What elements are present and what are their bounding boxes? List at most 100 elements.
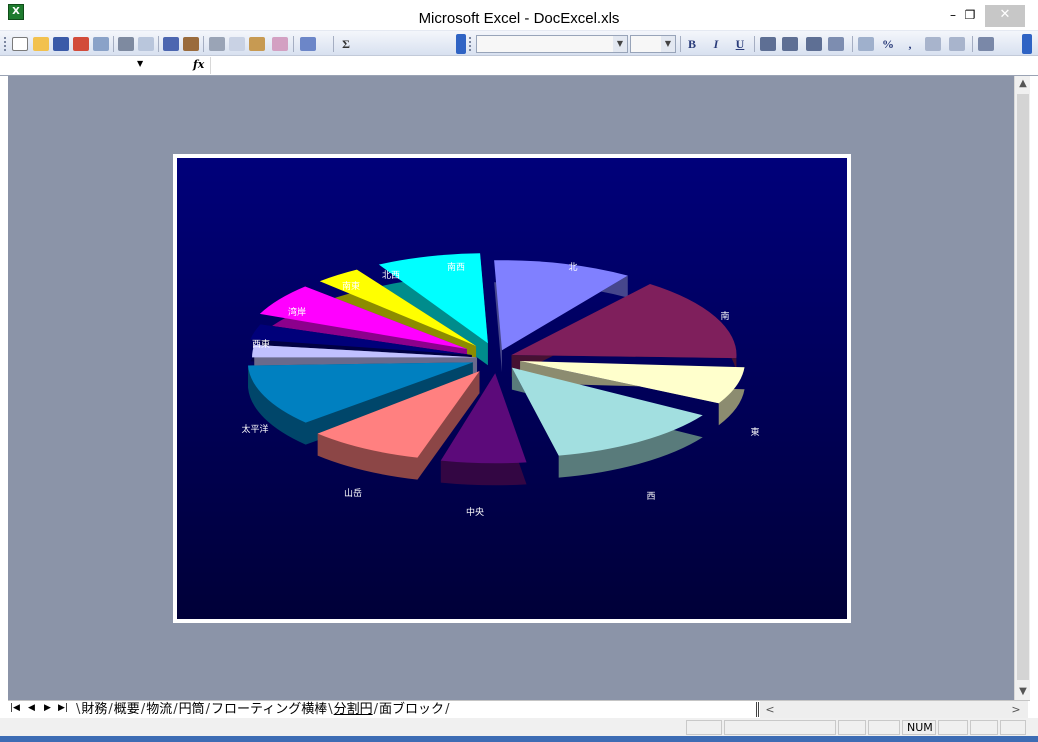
excel-window: X Microsoft Excel - DocExcel.xls – ❐ ✕ Σ… [0,0,1038,742]
status-bar: NUM [0,718,1038,736]
paste-icon[interactable] [249,37,265,51]
tab-sheet-overview[interactable]: 概要 [113,701,141,718]
status-cell [970,720,998,735]
toolbar-overflow-icon[interactable] [456,34,466,54]
print-preview-icon[interactable] [138,37,154,51]
restore-button[interactable]: ❐ [955,5,985,27]
copy-icon[interactable] [229,37,245,51]
spelling-icon[interactable] [163,37,179,51]
toolbar-separator [158,36,159,52]
research-icon[interactable] [183,37,199,51]
vertical-scrollbar[interactable]: ▲ ▼ [1014,76,1030,700]
chevron-down-icon[interactable]: ▼ [137,59,143,68]
format-painter-icon[interactable] [272,37,288,51]
toolbar: Σ ▼ ▼ B I U % , [0,30,1038,56]
scroll-down-icon[interactable]: ▼ [1015,684,1031,700]
cut-icon[interactable] [209,37,225,51]
pie-slice-label: 山岳 [344,487,362,499]
bold-button[interactable]: B [684,36,700,52]
status-cell [838,720,866,735]
status-cell [686,720,722,735]
comma-button[interactable]: , [905,36,915,52]
font-name-select[interactable]: ▼ [476,35,628,53]
previous-sheet-icon[interactable]: ◀ [28,703,35,713]
insert-function-icon[interactable]: fx [193,58,204,71]
autosum-button[interactable]: Σ [338,36,354,52]
status-cell [1000,720,1026,735]
scroll-track[interactable] [1017,94,1029,680]
tab-sheet-split-pie[interactable]: 分割円 [333,701,374,718]
status-cell [868,720,900,735]
open-folder-icon[interactable] [33,37,49,51]
last-sheet-icon[interactable]: ▶| [58,703,68,713]
tab-sheet-area-block[interactable]: 面ブロック [378,701,445,718]
title-bar: X Microsoft Excel - DocExcel.xls – ❐ ✕ [0,0,1038,30]
pie-slice-label: 北西 [382,270,400,281]
new-document-icon[interactable] [12,37,28,51]
toolbar-separator [203,36,204,52]
align-center-icon[interactable] [782,37,798,51]
tab-divider: / [445,702,450,717]
name-box[interactable]: ▼ [8,57,156,74]
font-size-select[interactable]: ▼ [630,35,676,53]
pie-slice-label: 湾岸 [288,306,306,318]
pie-slice-label: 東 [750,426,759,438]
tab-sheet-cylinder[interactable]: 円筒 [178,701,206,718]
italic-button[interactable]: I [708,36,724,52]
pie-slice-label: 中央 [466,506,484,518]
toolbar-separator [754,36,755,52]
pie-chart[interactable]: 南西 北北西南東南 湾岸西東東 太平洋西 山岳中央 [177,158,847,619]
taskbar-strip [0,736,1038,742]
toolbar-grip[interactable] [4,37,7,51]
pie-slice-label: 西東 [252,338,270,350]
decrease-decimal-icon[interactable] [949,37,965,51]
toolbar-separator [113,36,114,52]
merge-center-icon[interactable] [828,37,844,51]
print-icon[interactable] [118,37,134,51]
pie-slice-label: 南東 [342,280,360,292]
first-sheet-icon[interactable]: |◀ [10,703,20,713]
underline-button[interactable]: U [732,36,748,52]
undo-icon[interactable] [300,37,316,51]
tab-sheet-finance[interactable]: 財務 [80,701,108,718]
pie-slice-label: 北 [568,262,577,273]
email-icon[interactable] [93,37,109,51]
formula-input[interactable] [210,57,1030,74]
next-sheet-icon[interactable]: ▶ [44,703,51,713]
percent-button[interactable]: % [881,36,895,52]
sheet-tabs-bar: |◀ ◀ ▶ ▶| \財務/概要/物流/円筒/フローティング横棒\分割円/面ブロ… [8,700,1030,718]
chart-frame[interactable]: 南西 北北西 南東南 湾岸 西東東 太平洋西 山岳 中央 [173,154,851,623]
toolbar-separator [333,36,334,52]
horizontal-scrollbar[interactable]: < > [760,701,1028,718]
status-cell [938,720,968,735]
toolbar-separator [293,36,294,52]
close-button[interactable]: ✕ [985,5,1025,27]
scroll-up-icon[interactable]: ▲ [1015,76,1031,92]
tab-split-handle[interactable] [756,702,759,717]
save-icon[interactable] [53,37,69,51]
chevron-down-icon[interactable]: ▼ [661,36,675,52]
align-left-icon[interactable] [760,37,776,51]
toolbar-grip[interactable] [469,37,472,51]
pie-slice-label: 南 [720,310,729,322]
permission-icon[interactable] [73,37,89,51]
toolbar-overflow-icon[interactable] [1022,34,1032,54]
currency-icon[interactable] [858,37,874,51]
toolbar-separator [852,36,853,52]
window-title: Microsoft Excel - DocExcel.xls [418,10,620,27]
pie-slice-label: 西 [646,491,655,502]
sheet-tabs: \財務/概要/物流/円筒/フローティング横棒\分割円/面ブロック/ [76,701,449,719]
formula-bar: ▼ fx [0,56,1038,76]
increase-decimal-icon[interactable] [925,37,941,51]
scroll-right-icon[interactable]: > [1008,701,1024,718]
chevron-down-icon[interactable]: ▼ [613,36,627,52]
num-lock-indicator: NUM [902,720,936,735]
align-right-icon[interactable] [806,37,822,51]
toolbar-separator [680,36,681,52]
tab-sheet-floating-bar[interactable]: フローティング横棒 [210,701,328,718]
toolbar-separator [972,36,973,52]
pie-slice-label: 太平洋 [241,423,268,435]
tab-sheet-logistics[interactable]: 物流 [145,701,173,718]
decrease-indent-icon[interactable] [978,37,994,51]
scroll-left-icon[interactable]: < [762,701,778,718]
